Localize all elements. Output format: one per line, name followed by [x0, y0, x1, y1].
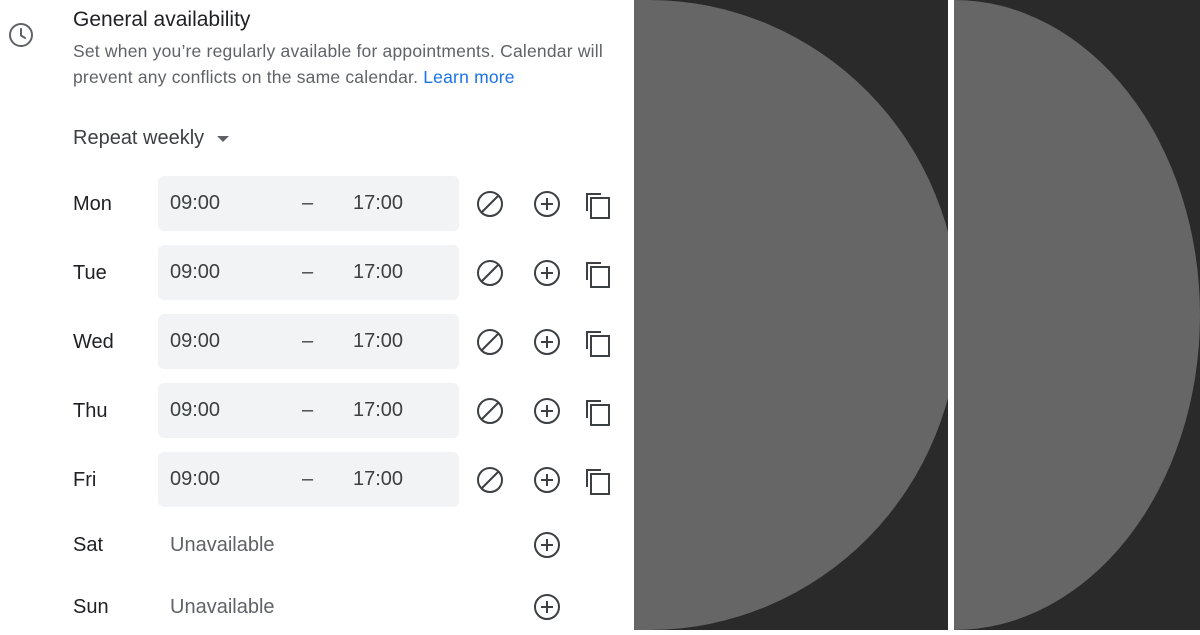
add-icon[interactable] [531, 257, 563, 289]
add-icon[interactable] [531, 188, 563, 220]
start-time[interactable]: 09:00 [170, 245, 220, 300]
clock-icon [9, 23, 33, 47]
copy-icon[interactable] [581, 188, 613, 220]
day-row-wed: Wed 09:00 – 17:00 [0, 314, 634, 370]
range-separator: – [302, 261, 314, 283]
add-icon[interactable] [531, 464, 563, 496]
copy-icon[interactable] [581, 326, 613, 358]
range-separator: – [302, 192, 314, 214]
day-row-mon: Mon 09:00 – 17:00 [0, 176, 634, 232]
add-icon[interactable] [531, 529, 563, 561]
day-label: Fri [73, 469, 97, 491]
day-label: Wed [73, 331, 114, 353]
add-icon[interactable] [531, 395, 563, 427]
time-range-field: 09:00 – 17:00 [158, 314, 459, 369]
section-title: General availability [73, 8, 251, 31]
day-label: Thu [73, 400, 108, 422]
copy-icon[interactable] [581, 257, 613, 289]
description-text: Set when you’re regularly available for … [73, 41, 603, 87]
day-label: Mon [73, 193, 112, 215]
unavailable-status: Unavailable [170, 596, 275, 618]
day-row-tue: Tue 09:00 – 17:00 [0, 245, 634, 301]
availability-panel: General availability Set when you’re reg… [0, 0, 634, 630]
repeat-label: Repeat weekly [73, 127, 205, 149]
day-row-fri: Fri 09:00 – 17:00 [0, 452, 634, 508]
decorative-graphic [634, 0, 1200, 630]
copy-icon[interactable] [581, 395, 613, 427]
unavailable-icon[interactable] [474, 326, 506, 358]
copy-icon[interactable] [581, 464, 613, 496]
add-icon[interactable] [531, 591, 563, 623]
day-row-sun: Sun Unavailable [0, 579, 634, 635]
unavailable-icon[interactable] [474, 188, 506, 220]
start-time[interactable]: 09:00 [170, 314, 220, 369]
day-row-sat: Sat Unavailable [0, 517, 634, 573]
start-time[interactable]: 09:00 [170, 383, 220, 438]
end-time[interactable]: 17:00 [353, 245, 403, 300]
start-time[interactable]: 09:00 [170, 176, 220, 231]
day-label: Sat [73, 534, 104, 556]
start-time[interactable]: 09:00 [170, 452, 220, 507]
day-row-thu: Thu 09:00 – 17:00 [0, 383, 634, 439]
repeat-dropdown[interactable]: Repeat weekly [73, 127, 230, 150]
unavailable-icon[interactable] [474, 395, 506, 427]
time-range-field: 09:00 – 17:00 [158, 452, 459, 507]
range-separator: – [302, 468, 314, 490]
learn-more-link[interactable]: Learn more [423, 67, 515, 87]
day-label: Sun [73, 596, 109, 618]
add-icon[interactable] [531, 326, 563, 358]
end-time[interactable]: 17:00 [353, 452, 403, 507]
range-separator: – [302, 330, 314, 352]
dropdown-caret-icon [217, 135, 230, 142]
unavailable-icon[interactable] [474, 257, 506, 289]
time-range-field: 09:00 – 17:00 [158, 245, 459, 300]
unavailable-icon[interactable] [474, 464, 506, 496]
divider-line [948, 0, 954, 630]
section-description: Set when you’re regularly available for … [73, 38, 633, 90]
time-range-field: 09:00 – 17:00 [158, 383, 459, 438]
day-label: Tue [73, 262, 107, 284]
end-time[interactable]: 17:00 [353, 314, 403, 369]
time-range-field: 09:00 – 17:00 [158, 176, 459, 231]
end-time[interactable]: 17:00 [353, 383, 403, 438]
range-separator: – [302, 399, 314, 421]
unavailable-status: Unavailable [170, 534, 275, 556]
end-time[interactable]: 17:00 [353, 176, 403, 231]
